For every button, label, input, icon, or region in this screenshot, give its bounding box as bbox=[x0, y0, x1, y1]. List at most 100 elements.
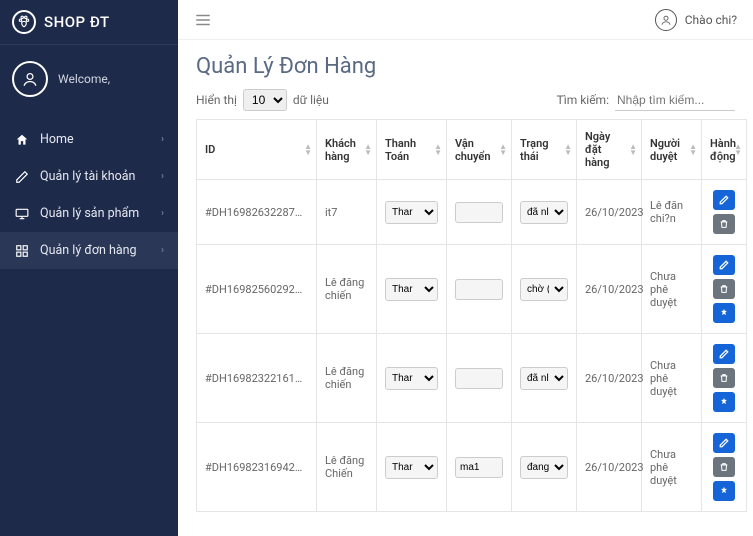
ship-input[interactable] bbox=[455, 457, 503, 478]
ship-input[interactable] bbox=[455, 279, 503, 300]
table-controls: Hiển thị 10 dữ liệu Tìm kiếm: bbox=[196, 89, 735, 111]
monitor-icon bbox=[14, 207, 30, 221]
delete-button[interactable] bbox=[713, 214, 735, 234]
approver-cell: Lê đăn chi?n bbox=[642, 180, 702, 245]
col-header[interactable]: Trạng thái▲▼ bbox=[512, 120, 577, 180]
col-header[interactable]: Hành động▲▼ bbox=[702, 120, 747, 180]
id-cell: #DH1698231694243_62 bbox=[197, 423, 317, 512]
approve-button[interactable] bbox=[713, 303, 735, 323]
col-header[interactable]: ID▲▼ bbox=[197, 120, 317, 180]
home-icon bbox=[14, 133, 30, 147]
pay-cell: Thar bbox=[377, 334, 447, 423]
approve-button[interactable] bbox=[713, 392, 735, 412]
topbar: Chào chi? bbox=[178, 0, 753, 40]
hamburger-icon[interactable] bbox=[194, 11, 212, 29]
search-label: Tìm kiếm: bbox=[557, 93, 609, 107]
ship-input[interactable] bbox=[455, 368, 503, 389]
col-header[interactable]: Thanh Toán▲▼ bbox=[377, 120, 447, 180]
sort-icon: ▲▼ bbox=[499, 144, 507, 156]
show-prefix: Hiển thị bbox=[196, 93, 237, 107]
edit-button[interactable] bbox=[713, 344, 735, 364]
col-header[interactable]: Khách hàng▲▼ bbox=[317, 120, 377, 180]
approver-cell: Chưa phê duyệt bbox=[642, 423, 702, 512]
customer-cell: Lê đăng chiến bbox=[317, 334, 377, 423]
status-select[interactable]: đã nl bbox=[520, 367, 568, 390]
ship-cell bbox=[447, 180, 512, 245]
date-cell: 26/10/2023 bbox=[577, 334, 642, 423]
avatar-icon bbox=[12, 61, 48, 97]
sort-icon: ▲▼ bbox=[689, 144, 697, 156]
id-cell: #DH1698256029237_85 bbox=[197, 245, 317, 334]
chevron-right-icon: › bbox=[161, 171, 164, 182]
status-cell: chờ ( bbox=[512, 245, 577, 334]
nav-label: Quản lý đơn hàng bbox=[40, 243, 137, 258]
pay-cell: Thar bbox=[377, 245, 447, 334]
nav-label: Home bbox=[40, 132, 74, 147]
pay-select[interactable]: Thar bbox=[385, 456, 438, 479]
welcome-text: Welcome, bbox=[58, 72, 110, 86]
pay-select[interactable]: Thar bbox=[385, 367, 438, 390]
pay-select[interactable]: Thar bbox=[385, 201, 438, 224]
table-row: #DH1698231694243_62Lê đăng Chiến Thar đang… bbox=[197, 423, 747, 512]
nav-label: Quản lý tài khoản bbox=[40, 169, 135, 184]
ship-cell bbox=[447, 245, 512, 334]
sort-icon: ▲▼ bbox=[564, 144, 572, 156]
status-select[interactable]: đang bbox=[520, 456, 568, 479]
col-header[interactable]: Ngày đặt hàng▲▼ bbox=[577, 120, 642, 180]
id-cell: #DH1698232216109_65 bbox=[197, 334, 317, 423]
nav-label: Quản lý sản phẩm bbox=[40, 206, 139, 221]
actions-cell bbox=[702, 245, 747, 334]
id-cell: #DH1698263228761_28 bbox=[197, 180, 317, 245]
date-cell: 26/10/2023 bbox=[577, 180, 642, 245]
pay-cell: Thar bbox=[377, 180, 447, 245]
ship-cell bbox=[447, 423, 512, 512]
pay-select[interactable]: Thar bbox=[385, 278, 438, 301]
nav-item-2[interactable]: Quản lý sản phẩm› bbox=[0, 195, 178, 232]
brand-text: SHOP ĐT bbox=[44, 13, 110, 31]
search-input[interactable] bbox=[615, 90, 735, 111]
actions-cell bbox=[702, 180, 747, 245]
delete-button[interactable] bbox=[713, 368, 735, 388]
chevron-right-icon: › bbox=[161, 134, 164, 145]
sort-icon: ▲▼ bbox=[629, 144, 637, 156]
edit-button[interactable] bbox=[713, 190, 735, 210]
nav-item-1[interactable]: Quản lý tài khoản › bbox=[0, 158, 178, 195]
sort-icon: ▲▼ bbox=[304, 144, 312, 156]
approver-cell: Chưa phê duyệt bbox=[642, 245, 702, 334]
status-select[interactable]: đã nl bbox=[520, 201, 568, 224]
status-select[interactable]: chờ ( bbox=[520, 278, 568, 301]
customer-cell: Lê đăng Chiến bbox=[317, 423, 377, 512]
orders-table: ID▲▼Khách hàng▲▼Thanh Toán▲▼Vận chuyển▲▼… bbox=[196, 119, 747, 512]
customer-cell: Lê đăng chiến bbox=[317, 245, 377, 334]
welcome-block: Welcome, bbox=[0, 45, 178, 113]
table-row: #DH1698232216109_65Lê đăng chiến Thar đã n… bbox=[197, 334, 747, 423]
date-cell: 26/10/2023 bbox=[577, 423, 642, 512]
page-length-select[interactable]: 10 bbox=[243, 89, 287, 111]
content: Quản Lý Đơn Hàng Hiển thị 10 dữ liệu Tìm… bbox=[178, 40, 753, 536]
delete-button[interactable] bbox=[713, 279, 735, 299]
actions-cell bbox=[702, 334, 747, 423]
approver-cell: Chưa phê duyệt bbox=[642, 334, 702, 423]
delete-button[interactable] bbox=[713, 457, 735, 477]
ship-input[interactable] bbox=[455, 202, 503, 223]
sidebar: SHOP ĐT Welcome, Home › Quản lý tài khoản ›… bbox=[0, 0, 178, 536]
ship-cell bbox=[447, 334, 512, 423]
show-suffix: dữ liệu bbox=[293, 93, 329, 107]
brand-logo-icon bbox=[12, 10, 36, 34]
actions-cell bbox=[702, 423, 747, 512]
edit-button[interactable] bbox=[713, 433, 735, 453]
user-icon[interactable] bbox=[655, 9, 677, 31]
edit-icon bbox=[14, 170, 30, 184]
main: Chào chi? Quản Lý Đơn Hàng Hiển thị 10 d… bbox=[178, 0, 753, 536]
sort-icon: ▲▼ bbox=[434, 144, 442, 156]
status-cell: đã nl bbox=[512, 180, 577, 245]
nav-item-0[interactable]: Home › bbox=[0, 121, 178, 158]
col-header[interactable]: Người duyệt▲▼ bbox=[642, 120, 702, 180]
col-header[interactable]: Vận chuyển▲▼ bbox=[447, 120, 512, 180]
edit-button[interactable] bbox=[713, 255, 735, 275]
nav-item-3[interactable]: Quản lý đơn hàng› bbox=[0, 232, 178, 269]
pay-cell: Thar bbox=[377, 423, 447, 512]
grid-icon bbox=[14, 244, 30, 258]
status-cell: đang bbox=[512, 423, 577, 512]
approve-button[interactable] bbox=[713, 481, 735, 501]
